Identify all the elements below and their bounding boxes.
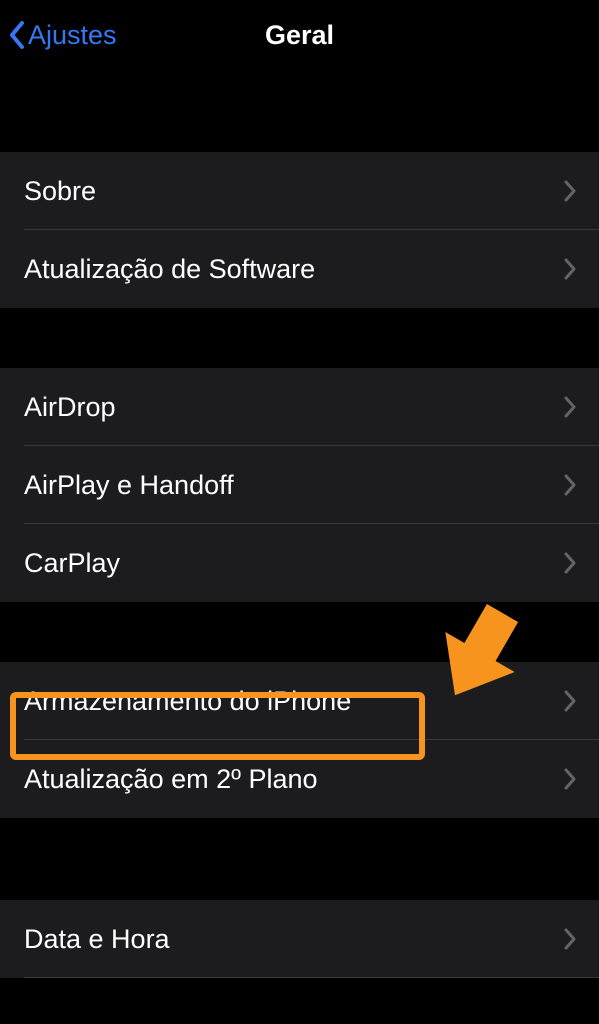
- row-about[interactable]: Sobre: [0, 152, 599, 230]
- row-label: Sobre: [24, 176, 96, 207]
- settings-group-2: AirDrop AirPlay e Handoff CarPlay: [0, 368, 599, 602]
- navigation-header: Ajustes Geral: [0, 0, 599, 70]
- back-button[interactable]: Ajustes: [0, 20, 117, 51]
- row-carplay[interactable]: CarPlay: [0, 524, 599, 602]
- back-label: Ajustes: [28, 20, 117, 51]
- row-label: AirPlay e Handoff: [24, 470, 234, 501]
- row-label: AirDrop: [24, 392, 116, 423]
- chevron-left-icon: [8, 20, 26, 50]
- page-title: Geral: [265, 20, 334, 51]
- section-spacer: [0, 308, 599, 368]
- row-label: CarPlay: [24, 548, 120, 579]
- chevron-right-icon: [563, 552, 577, 574]
- row-background-app-refresh[interactable]: Atualização em 2º Plano: [0, 740, 599, 818]
- separator: [24, 977, 599, 978]
- section-spacer: [0, 70, 599, 152]
- chevron-right-icon: [563, 396, 577, 418]
- row-label: Data e Hora: [24, 924, 170, 955]
- chevron-right-icon: [563, 474, 577, 496]
- row-label: Atualização em 2º Plano: [24, 764, 318, 795]
- row-label: Atualização de Software: [24, 254, 315, 285]
- row-software-update[interactable]: Atualização de Software: [0, 230, 599, 308]
- chevron-right-icon: [563, 258, 577, 280]
- row-label: Armazenamento do iPhone: [24, 686, 351, 717]
- row-airplay-handoff[interactable]: AirPlay e Handoff: [0, 446, 599, 524]
- chevron-right-icon: [563, 928, 577, 950]
- chevron-right-icon: [563, 768, 577, 790]
- chevron-right-icon: [563, 690, 577, 712]
- chevron-right-icon: [563, 180, 577, 202]
- row-iphone-storage[interactable]: Armazenamento do iPhone: [0, 662, 599, 740]
- row-date-time[interactable]: Data e Hora: [0, 900, 599, 978]
- settings-group-3: Armazenamento do iPhone Atualização em 2…: [0, 662, 599, 818]
- section-spacer: [0, 602, 599, 662]
- row-airdrop[interactable]: AirDrop: [0, 368, 599, 446]
- settings-group-1: Sobre Atualização de Software: [0, 152, 599, 308]
- section-spacer: [0, 818, 599, 900]
- settings-group-4: Data e Hora: [0, 900, 599, 978]
